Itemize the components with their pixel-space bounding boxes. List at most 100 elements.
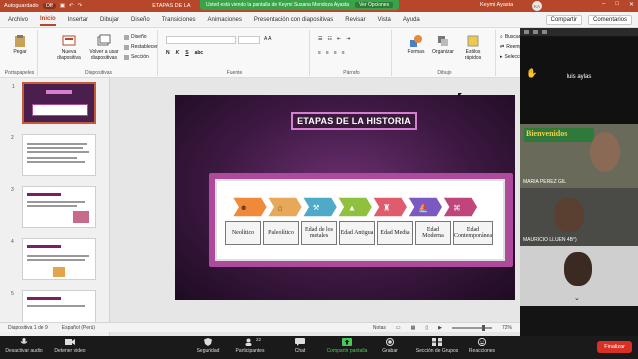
minimize-icon[interactable]: –: [602, 1, 605, 8]
normal-view-icon[interactable]: ▭: [396, 325, 401, 331]
tab-inicio[interactable]: Inicio: [40, 14, 56, 26]
design-button[interactable]: Diseño: [124, 34, 147, 40]
chevron-down-icon[interactable]: ⌄: [574, 294, 580, 302]
ship-icon: ⛵: [418, 203, 428, 213]
clipboard-label: Portapapeles: [4, 70, 35, 76]
section-button[interactable]: Sección: [124, 54, 149, 60]
view-icon[interactable]: [524, 30, 529, 34]
mute-button[interactable]: Desactivar audio: [2, 338, 46, 354]
slideshow-icon[interactable]: ▶: [438, 325, 442, 331]
slide-title[interactable]: ETAPAS DE LA HISTORIA: [291, 112, 417, 130]
paragraph-group-label: Párrafo: [343, 70, 360, 76]
slides-group-label: Diapositivas: [85, 70, 112, 76]
tab-vista[interactable]: Vista: [378, 15, 391, 25]
screen-share-banner: Usted está viendo la pantalla de Keymi S…: [200, 0, 400, 10]
slide-thumbnail[interactable]: 4: [11, 238, 96, 280]
font-name-field[interactable]: [166, 36, 236, 44]
slide-thumbnail[interactable]: 2: [11, 134, 96, 176]
layout-icon: [124, 34, 129, 40]
notes-button[interactable]: Notas: [373, 325, 386, 331]
paste-button[interactable]: Pegar: [6, 34, 34, 55]
comments-button[interactable]: Comentarios: [587, 14, 632, 25]
title-bar: Autoguardado Off ▣ ↶ ↷ ETAPAS DE LA Uste…: [0, 0, 638, 12]
status-bar: Diapositiva 1 de 9 Español (Perú) Notas …: [0, 322, 520, 332]
breakout-rooms-button[interactable]: Sección de Grupos: [412, 338, 462, 354]
stop-video-button[interactable]: Detener video: [48, 338, 92, 354]
paste-icon: [15, 35, 25, 47]
list-icons[interactable]: ☰ ☷ ⇤ ⇥: [318, 36, 350, 42]
tab-presentacion[interactable]: Presentación con diapositivas: [254, 15, 333, 25]
zoom-meeting-toolbar: Desactivar audio Detener video Seguridad…: [0, 336, 638, 359]
close-icon[interactable]: ✕: [629, 1, 634, 8]
era-label: Edad Media: [377, 221, 413, 245]
drawing-group: Formas Organizar Estilos rápidos Dibujo: [394, 30, 496, 76]
maximize-icon[interactable]: □: [615, 1, 619, 8]
save-icon[interactable]: ▣: [60, 3, 65, 9]
window-controls: – □ ✕: [602, 1, 634, 8]
zoom-slider[interactable]: [451, 324, 492, 331]
tab-dibujar[interactable]: Dibujar: [100, 15, 119, 25]
share-screen-button[interactable]: Compartir pantalla: [322, 338, 372, 354]
view-icon[interactable]: [533, 30, 538, 34]
reset-button[interactable]: Restablecer: [124, 44, 158, 50]
redo-icon[interactable]: ↷: [78, 3, 83, 9]
participant-name: MAURICIO LLUEN 4B°): [523, 237, 577, 243]
font-size-icons[interactable]: A A: [264, 36, 272, 42]
breakout-rooms-icon: [432, 338, 442, 346]
participants-icon: [245, 338, 252, 346]
undo-icon[interactable]: ↶: [69, 3, 74, 9]
font-style-row[interactable]: N K Sabc: [166, 50, 203, 56]
reactions-button[interactable]: Reacciones: [460, 338, 504, 354]
participants-button[interactable]: 22 Participantes: [228, 337, 272, 354]
tab-ayuda[interactable]: Ayuda: [403, 15, 420, 25]
view-icon[interactable]: [542, 30, 547, 34]
tab-archivo[interactable]: Archivo: [8, 15, 28, 25]
new-slide-label: Nueva diapositiva: [57, 49, 81, 61]
user-name[interactable]: Keymi Ayasta: [480, 2, 513, 8]
record-button[interactable]: Grabar: [368, 338, 412, 354]
sorter-view-icon[interactable]: ▦: [411, 325, 416, 331]
end-meeting-button[interactable]: Finalizar: [597, 341, 632, 353]
reuse-slides-icon: [97, 34, 111, 46]
tab-transiciones[interactable]: Transiciones: [162, 15, 196, 25]
tab-revisar[interactable]: Revisar: [345, 15, 365, 25]
slide[interactable]: ETAPAS DE LA HISTORIA ☻ ⌂ ⚒ ▲ ♜ ⛵ ⌘ Neol…: [175, 95, 515, 300]
clipboard-group: Pegar Portapapeles: [2, 30, 38, 76]
slide-canvas[interactable]: ETAPAS DE LA HISTORIA ☻ ⌂ ⚒ ▲ ♜ ⛵ ⌘ Neol…: [110, 78, 520, 336]
participant-tile[interactable]: ✋ luis aylas: [520, 38, 638, 124]
share-button[interactable]: Compartir: [545, 14, 582, 25]
security-button[interactable]: Seguridad: [186, 338, 230, 354]
record-icon: [386, 338, 394, 346]
new-slide-icon: [62, 35, 76, 46]
select-icon: ▸: [500, 54, 503, 60]
arrange-button[interactable]: Organizar: [430, 34, 456, 55]
avatar[interactable]: KA: [532, 1, 542, 11]
slide-thumbnail[interactable]: 3: [11, 186, 96, 228]
reuse-slides-button[interactable]: Volver a usar diapositivas: [88, 34, 120, 61]
reading-view-icon[interactable]: ▯: [425, 325, 428, 331]
slide-thumbnail[interactable]: 1: [12, 82, 96, 124]
autosave-toggle[interactable]: Off: [42, 3, 56, 9]
language-indicator[interactable]: Español (Perú): [62, 325, 95, 331]
chat-button[interactable]: Chat: [278, 338, 322, 354]
font-size-field[interactable]: [238, 36, 260, 44]
shapes-icon: [410, 35, 422, 47]
tab-diseno[interactable]: Diseño: [131, 15, 150, 25]
era-label: Edad de los metales: [301, 221, 337, 245]
view-options-button[interactable]: Ver Opciones: [355, 2, 394, 8]
participant-tile[interactable]: MAURICIO LLUEN 4B°): [520, 188, 638, 246]
tab-animaciones[interactable]: Animaciones: [208, 15, 242, 25]
tab-insertar[interactable]: Insertar: [68, 15, 88, 25]
participant-tile[interactable]: ⌄: [520, 246, 638, 306]
timeline-panel: [215, 179, 505, 261]
shapes-button[interactable]: Formas: [404, 34, 428, 55]
find-button[interactable]: ⌕ Buscar: [500, 34, 520, 40]
slide-count: Diapositiva 1 de 9: [8, 324, 48, 331]
bold-icon: N: [166, 50, 170, 56]
participant-tile[interactable]: Bienvenidos MARIA PEREZ GIL: [520, 124, 638, 188]
reset-icon: [124, 44, 129, 50]
quick-styles-button[interactable]: Estilos rápidos: [458, 34, 488, 61]
new-slide-button[interactable]: Nueva diapositiva: [54, 34, 84, 61]
zoom-level[interactable]: 72%: [502, 325, 512, 331]
align-icons[interactable]: ≡ ≡ ≡ ≡: [318, 50, 345, 56]
